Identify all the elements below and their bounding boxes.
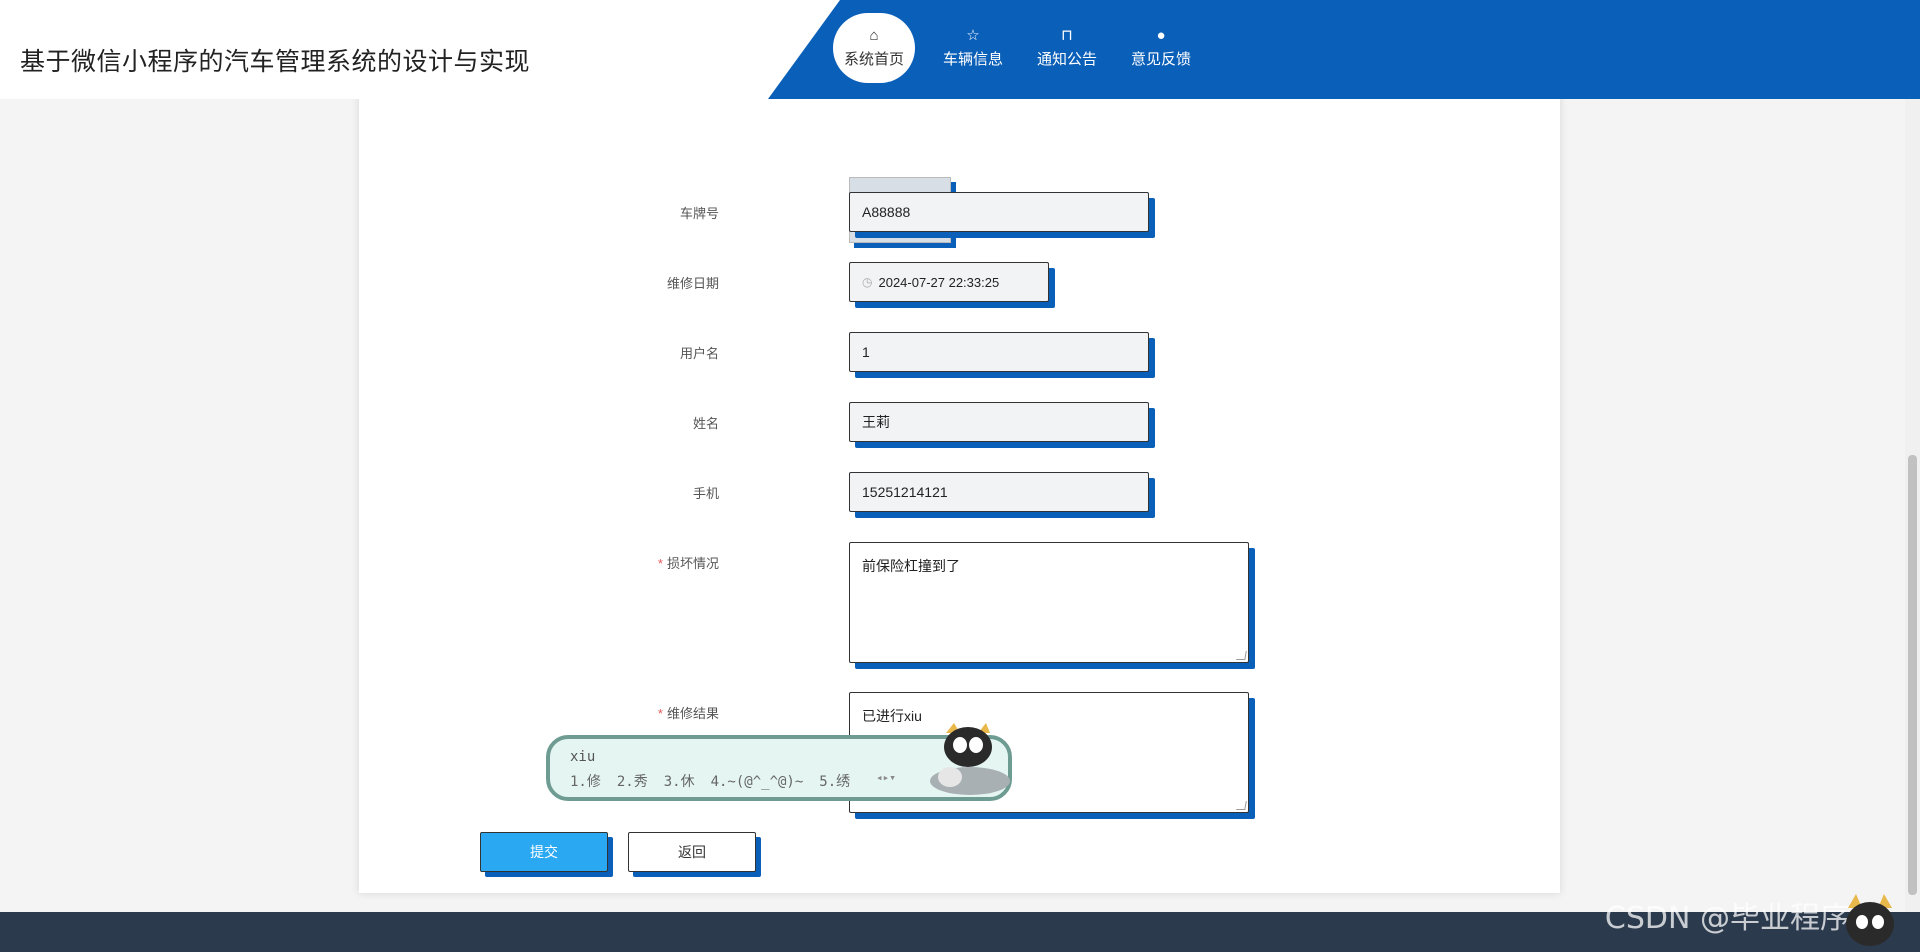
resize-handle[interactable] [1236, 801, 1247, 810]
phone-label: 手机 [692, 486, 719, 501]
nav-item-home[interactable]: ⌂ 系统首页 [833, 13, 915, 83]
username-label: 用户名 [679, 346, 719, 361]
nav-label: 系统首页 [843, 50, 904, 68]
page-scrollbar[interactable] [1905, 99, 1920, 912]
submit-button[interactable]: 提交 [480, 832, 608, 872]
phone-value: 15251214121 [862, 484, 948, 500]
plate-label: 车牌号 [679, 206, 719, 221]
cat-mascot-icon [930, 723, 1010, 795]
scrollbar-thumb[interactable] [1908, 455, 1917, 895]
repair-date-picker[interactable]: ◷ 2024-07-27 22:33:25 [849, 262, 1049, 302]
damage-value: 前保险杠撞到了 [862, 558, 960, 574]
corner-cat-icon [1846, 894, 1894, 946]
clock-icon: ◷ [862, 275, 873, 289]
app-title: 基于微信小程序的汽车管理系统的设计与实现 [20, 48, 531, 76]
nav-label: 意见反馈 [1130, 50, 1191, 68]
repair-date-value: 2024-07-27 22:33:25 [878, 274, 1000, 290]
required-mark: * [657, 706, 663, 721]
ime-candidate-popup: xiu 1.修 2.秀 3.休 4.~(@^_^@)~ 5.绣 ◂▸▾ [546, 723, 1012, 801]
username-value: 1 [862, 344, 870, 360]
name-label: 姓名 [692, 416, 719, 431]
resize-handle[interactable] [1236, 651, 1247, 660]
nav-label: 车辆信息 [942, 50, 1003, 68]
ime-candidate[interactable]: 2.秀 [617, 774, 648, 790]
result-label-text: 维修结果 [666, 706, 719, 721]
result-label: * 维修结果 [599, 703, 719, 722]
ime-candidate-list: 1.修 2.秀 3.休 4.~(@^_^@)~ 5.绣 [570, 771, 866, 791]
nav-item-feedback[interactable]: ● 意见反馈 [1115, 13, 1207, 83]
star-icon: ☆ [966, 26, 980, 44]
repair-date-label: 维修日期 [666, 276, 719, 291]
name-value: 王莉 [862, 414, 890, 430]
ime-candidate[interactable]: 5.绣 [819, 774, 850, 790]
username-input[interactable]: 1 [849, 332, 1149, 372]
back-button[interactable]: 返回 [628, 832, 756, 872]
main-nav: ⌂ 系统首页 ☆ 车辆信息 ⊓ 通知公告 ● 意见反馈 [833, 13, 1209, 83]
damage-label: * 损坏情况 [599, 553, 719, 572]
ime-candidate[interactable]: 4.~(@^_^@)~ [711, 774, 804, 790]
plate-input[interactable]: A88888 [849, 192, 1149, 232]
plate-value: A88888 [862, 204, 911, 220]
result-value: 已进行xiu [862, 708, 922, 724]
ime-candidate[interactable]: 3.休 [664, 774, 695, 790]
ime-page-arrows-icon[interactable]: ◂▸▾ [876, 771, 896, 784]
ime-typed-pinyin: xiu [570, 749, 596, 765]
damage-textarea[interactable]: 前保险杠撞到了 [849, 542, 1249, 663]
damage-label-text: 损坏情况 [666, 556, 719, 571]
nav-item-notices[interactable]: ⊓ 通知公告 [1021, 13, 1113, 83]
ime-candidate[interactable]: 1.修 [570, 774, 601, 790]
nav-item-vehicles[interactable]: ☆ 车辆信息 [927, 13, 1019, 83]
alert-icon: ● [1156, 26, 1166, 44]
home-icon: ⌂ [869, 26, 879, 44]
bag-icon: ⊓ [1061, 26, 1073, 44]
required-mark: * [657, 556, 663, 571]
name-input[interactable]: 王莉 [849, 402, 1149, 442]
phone-input[interactable]: 15251214121 [849, 472, 1149, 512]
nav-label: 通知公告 [1036, 50, 1097, 68]
